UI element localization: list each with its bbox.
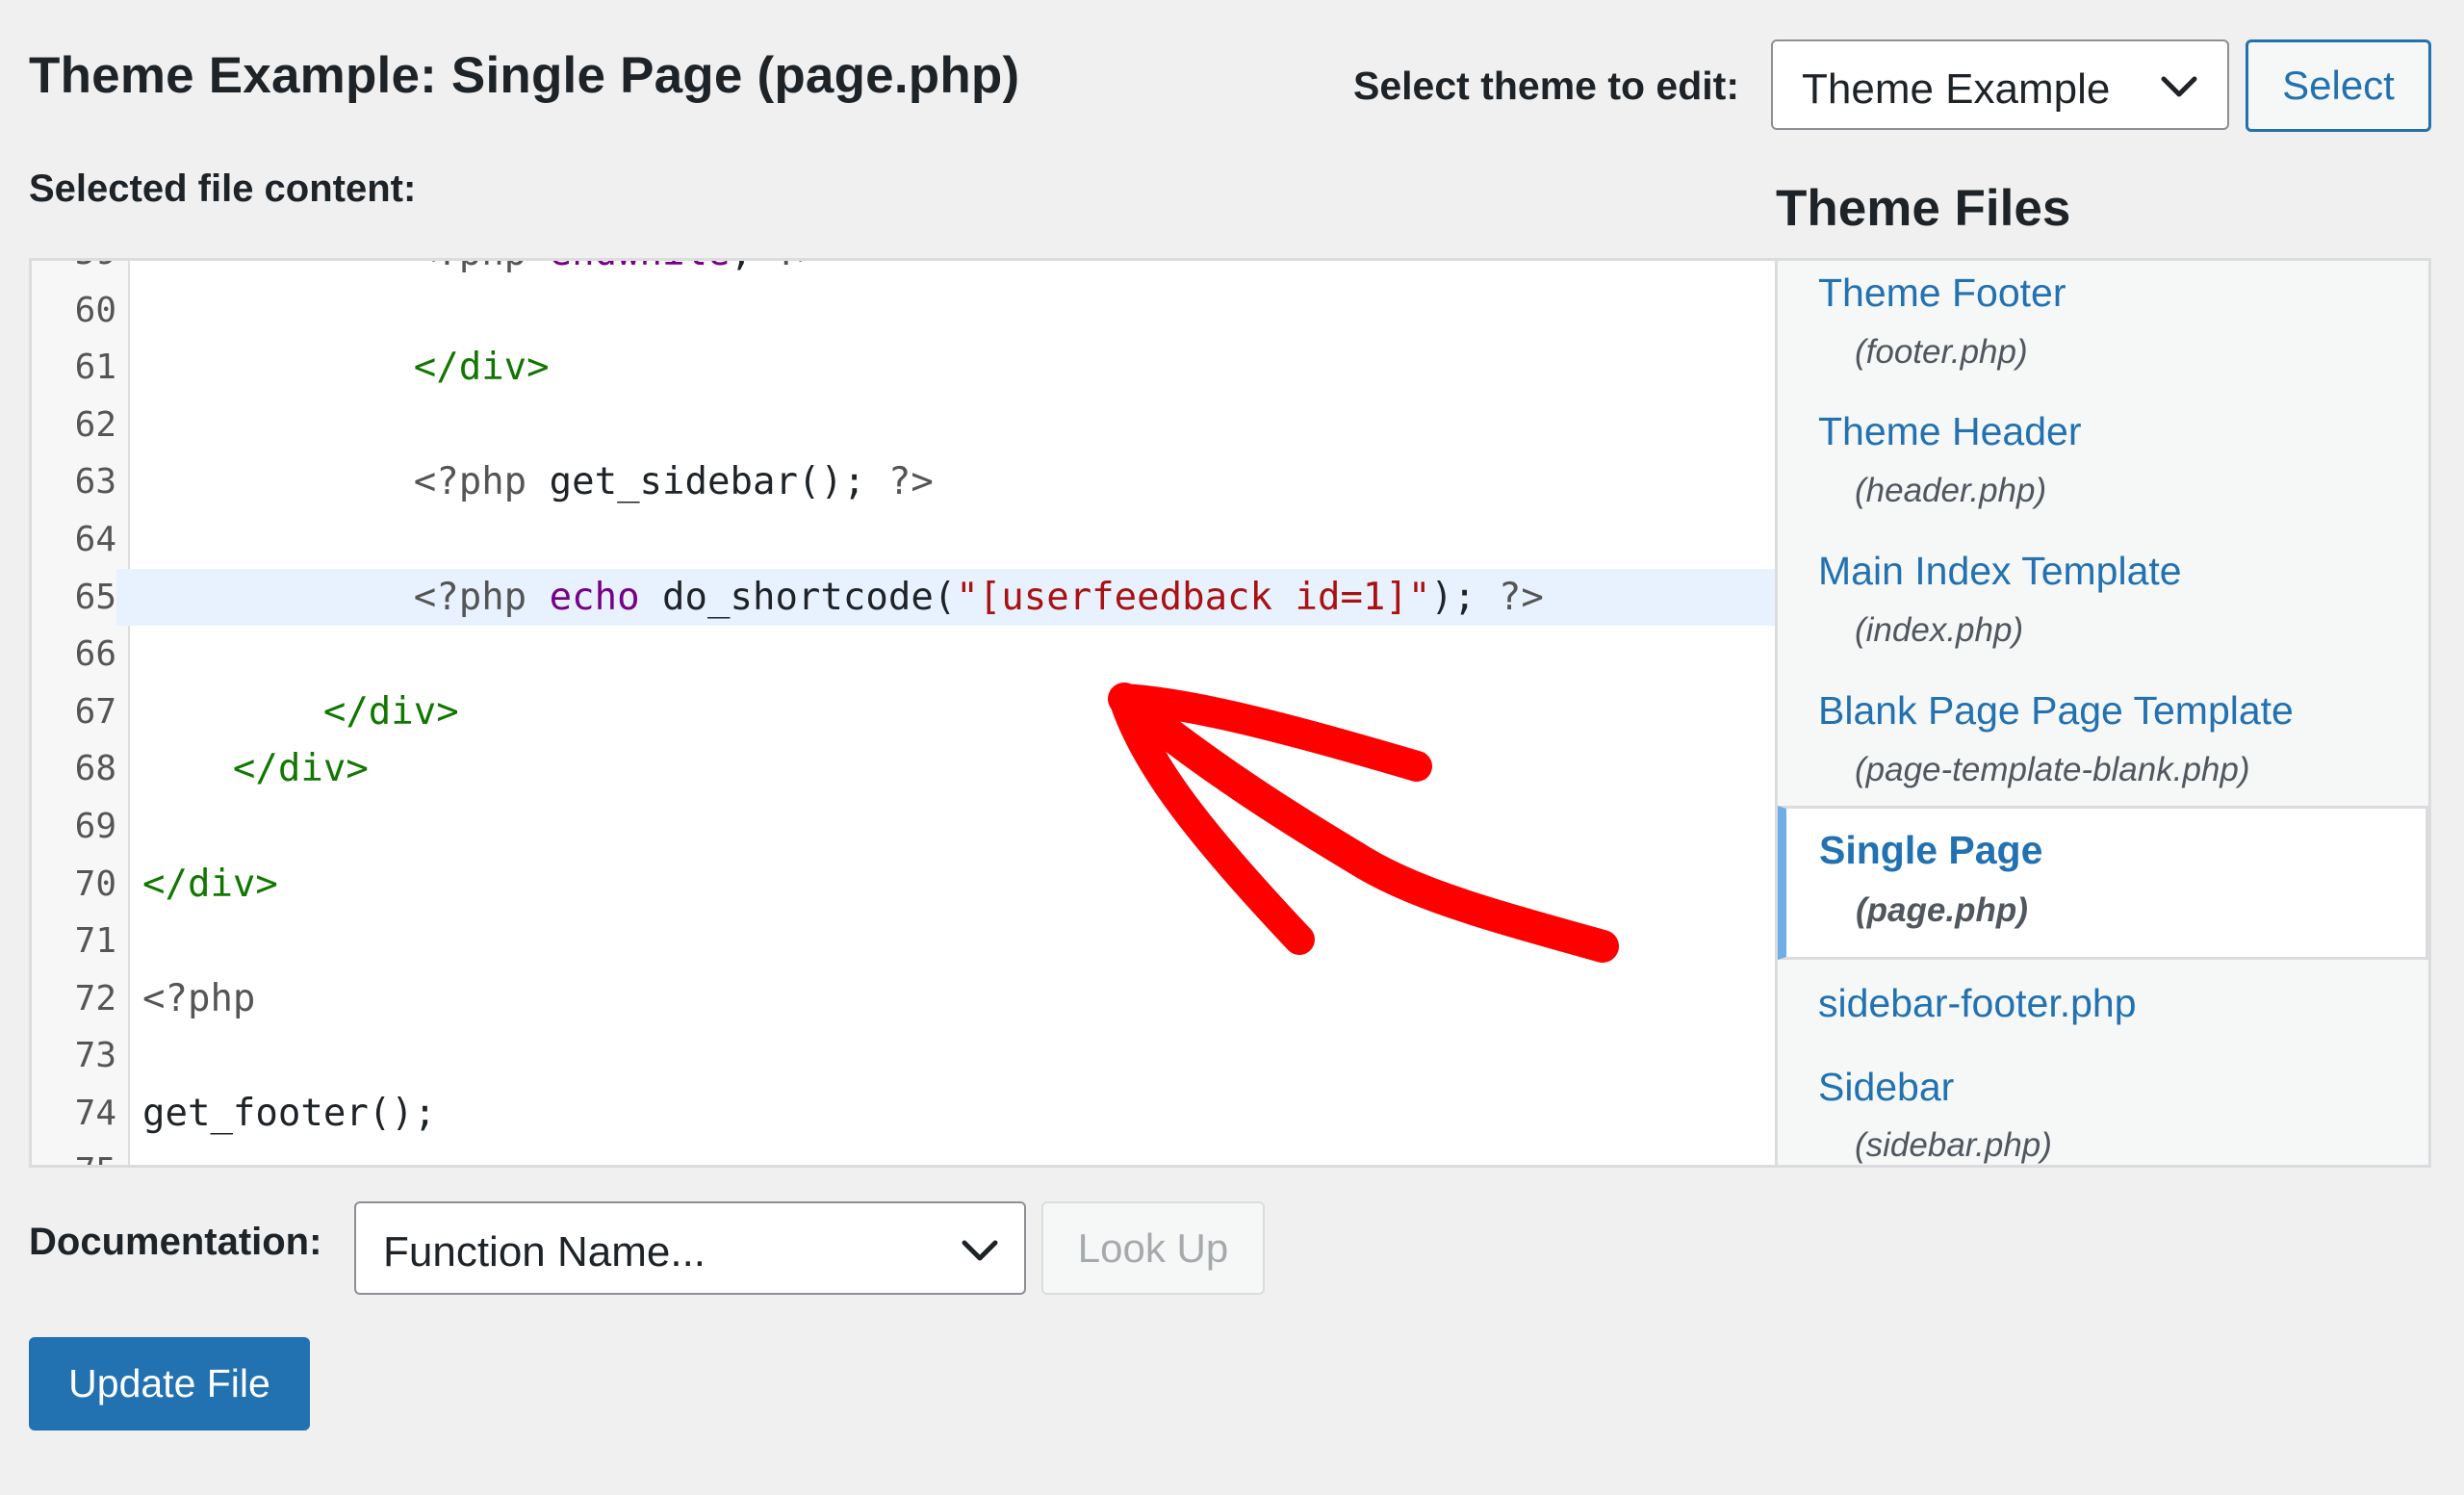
documentation-label: Documentation: (29, 1221, 322, 1263)
line-number: 68 (74, 749, 116, 789)
code-token: </div> (142, 346, 550, 390)
code-token: <?php (142, 976, 256, 1020)
file-item-name[interactable]: Single Page (1819, 828, 2042, 873)
theme-files-list: Theme Footer (footer.php) Theme Header (… (1775, 258, 2431, 1168)
line-number: 64 (74, 519, 116, 559)
red-hand-drawn-arrow-icon (1108, 683, 1619, 963)
code-token: ?> (775, 261, 820, 274)
line-number: 61 (74, 348, 116, 388)
function-name-select[interactable]: Function Name... (354, 1201, 1026, 1295)
theme-files-heading: Theme Files (1776, 180, 2071, 237)
code-token: endwhile (550, 261, 731, 274)
code-text: <?php (142, 970, 255, 1028)
file-item-path: (page.php) (1856, 891, 2028, 929)
line-number: 72 (74, 978, 116, 1018)
code-token: get_sidebar(); (549, 460, 888, 504)
code-line[interactable]: 64 (32, 511, 1775, 569)
chevron-down-icon (962, 1240, 998, 1261)
code-token: <?php (142, 460, 550, 504)
line-number: 69 (74, 806, 116, 846)
code-text: </div> (142, 683, 459, 741)
file-item-name[interactable]: Theme Header (1818, 409, 2081, 454)
code-line[interactable]: 59 <?php endwhile; ?> (32, 261, 1775, 282)
code-line[interactable]: 63 <?php get_sidebar(); ?> (32, 453, 1775, 511)
file-item-name[interactable]: sidebar-footer.php (1818, 981, 2137, 1026)
update-file-button[interactable]: Update File (29, 1337, 310, 1431)
line-number: 67 (74, 691, 116, 732)
line-number: 63 (74, 462, 116, 503)
theme-select[interactable]: Theme Example (1771, 39, 2229, 130)
code-token: ); (1430, 575, 1499, 619)
code-token: do_shortcode( (639, 575, 957, 619)
code-text: </div> (142, 740, 369, 798)
code-token: <?php (142, 575, 550, 619)
code-token: ; (730, 261, 775, 274)
line-number: 73 (74, 1036, 116, 1076)
theme-select-value: Theme Example (1802, 65, 2111, 113)
line-number: 70 (74, 863, 116, 904)
code-token: <?php (142, 261, 550, 274)
file-item-theme-header[interactable]: Theme Header (header.php) (1778, 396, 2428, 535)
line-number: 62 (74, 404, 116, 445)
file-item-path: (page-template-blank.php) (1855, 751, 2250, 788)
look-up-button[interactable]: Look Up (1041, 1201, 1265, 1295)
line-number: 59 (32, 261, 116, 282)
code-text: <?php get_sidebar(); ?> (142, 453, 934, 511)
code-token: ?> (887, 460, 934, 504)
line-number: 75 (32, 1143, 116, 1166)
code-token: </div> (142, 747, 369, 791)
page-title: Theme Example: Single Page (page.php) (29, 47, 1020, 104)
file-content-label: Selected file content: (29, 168, 417, 210)
code-line[interactable]: 75 (32, 1143, 1775, 1166)
file-item-path: (header.php) (1855, 472, 2047, 509)
code-text: <?php echo do_shortcode("[userfeedback i… (142, 569, 1544, 627)
file-item-path: (sidebar.php) (1855, 1126, 2052, 1164)
line-number: 71 (74, 921, 116, 962)
code-line[interactable]: 62 (32, 397, 1775, 454)
code-token: </div> (142, 862, 278, 906)
chevron-down-icon (2161, 76, 2197, 97)
code-token: get_footer(); (142, 1091, 437, 1135)
file-item-name[interactable]: Sidebar (1818, 1065, 1954, 1110)
theme-select-label: Select theme to edit: (1353, 64, 1739, 108)
file-item-sidebar-footer[interactable]: sidebar-footer.php (1778, 969, 2428, 1051)
code-token: "[userfeedback id=1]" (956, 575, 1431, 619)
line-number: 66 (74, 634, 116, 675)
code-line[interactable]: 73 (32, 1027, 1775, 1085)
file-item-name[interactable]: Theme Footer (1818, 271, 2066, 316)
code-line[interactable]: 60 (32, 282, 1775, 340)
code-text: </div> (142, 856, 278, 914)
code-line-active[interactable]: 65 <?php echo do_shortcode("[userfeedbac… (32, 568, 1775, 627)
code-text: <?php endwhile; ?> (142, 261, 821, 282)
file-item-main-index[interactable]: Main Index Template (index.php) (1778, 535, 2428, 675)
line-number: 60 (74, 290, 116, 330)
file-item-single-page-current[interactable]: Single Page (page.php) (1778, 806, 2428, 960)
file-item-path: (footer.php) (1855, 333, 2028, 371)
file-item-blank-page-template[interactable]: Blank Page Page Template (page-template-… (1778, 675, 2428, 814)
code-text: </div> (142, 339, 550, 397)
select-theme-button[interactable]: Select (2246, 39, 2431, 132)
code-token: echo (549, 575, 640, 619)
file-item-name[interactable]: Blank Page Page Template (1818, 688, 2294, 734)
code-token: </div> (142, 689, 459, 734)
code-text: get_footer(); (142, 1085, 436, 1143)
code-line[interactable]: 61 </div> (32, 339, 1775, 397)
line-number: 65 (32, 568, 116, 627)
file-item-sidebar[interactable]: Sidebar (sidebar.php) (1778, 1051, 2428, 1165)
file-item-name[interactable]: Main Index Template (1818, 549, 2182, 594)
code-token: ?> (1498, 575, 1544, 619)
line-number: 74 (74, 1093, 116, 1133)
file-item-theme-footer[interactable]: Theme Footer (footer.php) (1778, 261, 2428, 396)
code-line[interactable]: 74 get_footer(); (32, 1085, 1775, 1143)
file-item-path: (index.php) (1855, 611, 2024, 649)
function-name-select-value: Function Name... (383, 1228, 706, 1276)
